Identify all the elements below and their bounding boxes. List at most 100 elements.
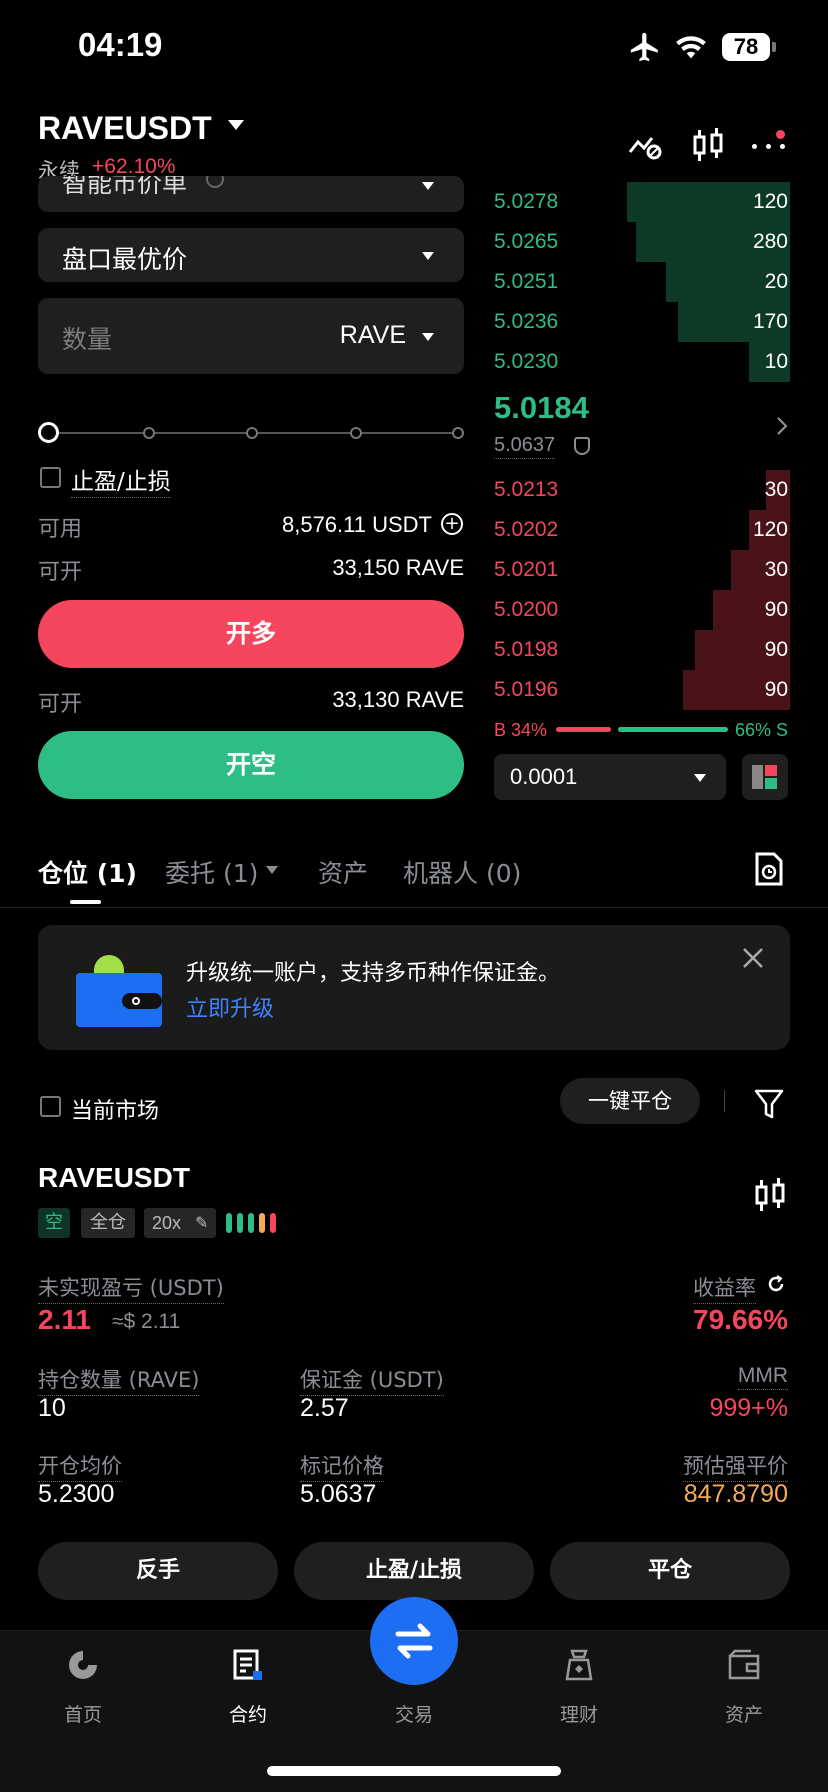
book-layout-icon[interactable] <box>742 754 788 800</box>
nav-finance[interactable]: 理财 <box>529 1700 629 1727</box>
more-menu-icon[interactable] <box>752 130 788 160</box>
tpsl-label[interactable]: 止盈/止损 <box>71 462 171 498</box>
bid-price: 5.0198 <box>494 638 559 661</box>
open-short-button[interactable]: 开空 <box>38 731 464 799</box>
filter-icon[interactable] <box>754 1088 784 1120</box>
bid-price: 5.0202 <box>494 518 559 541</box>
close-all-button[interactable]: 一键平仓 <box>560 1078 700 1124</box>
leverage-tag[interactable]: 20x ✎ <box>144 1208 216 1238</box>
ratio-bar-buy <box>556 727 612 732</box>
contract-icon[interactable] <box>231 1648 265 1682</box>
nav-assets[interactable]: 资产 <box>694 1700 794 1727</box>
mmr-label[interactable]: MMR <box>737 1364 788 1390</box>
margin-label[interactable]: 保证金 (USDT) <box>300 1364 444 1396</box>
quantity-unit-select[interactable]: RAVE <box>340 321 406 350</box>
home-icon[interactable] <box>66 1648 100 1682</box>
tab-positions[interactable]: 仓位 (1) <box>38 854 137 890</box>
tab-orders[interactable]: 委托 (1) <box>165 854 258 890</box>
sell-ratio-label: 66% S <box>734 720 788 740</box>
bid-row[interactable]: 5.0202 120 <box>494 510 790 550</box>
slider-handle[interactable] <box>38 422 59 443</box>
precision-select[interactable]: 0.0001 <box>494 754 726 800</box>
current-market-checkbox[interactable] <box>40 1096 61 1117</box>
bid-row[interactable]: 5.0198 90 <box>494 630 790 670</box>
wifi-icon <box>676 36 706 59</box>
bid-price: 5.0196 <box>494 678 559 701</box>
add-funds-icon[interactable]: + <box>441 513 463 535</box>
chevron-down-icon[interactable] <box>266 866 278 874</box>
available-label: 可用 <box>38 517 83 542</box>
quantity-input[interactable]: 数量 RAVE <box>38 298 464 374</box>
ask-row[interactable]: 5.0230 10 <box>494 342 790 382</box>
tpsl-button[interactable]: 止盈/止损 <box>294 1542 534 1600</box>
pair-title[interactable]: RAVEUSDT <box>38 110 212 147</box>
home-indicator <box>267 1766 561 1776</box>
reverse-button[interactable]: 反手 <box>38 1542 278 1600</box>
size-label[interactable]: 持仓数量 (RAVE) <box>38 1364 200 1396</box>
slider-stop-100[interactable] <box>452 427 464 439</box>
tpsl-checkbox[interactable] <box>40 467 61 488</box>
ask-row[interactable]: 5.0278 120 <box>494 182 790 222</box>
ask-price: 5.0251 <box>494 270 559 293</box>
chevron-down-icon[interactable] <box>422 333 434 341</box>
slider-stop-25[interactable] <box>143 427 155 439</box>
mark-price-label[interactable]: 标记价格 <box>300 1450 384 1482</box>
ask-price: 5.0230 <box>494 350 559 373</box>
order-type-select[interactable]: 智能市价单 <box>38 176 464 212</box>
status-time: 04:19 <box>78 26 163 63</box>
tab-assets[interactable]: 资产 <box>318 854 368 890</box>
trade-button[interactable] <box>370 1597 458 1685</box>
bid-row[interactable]: 5.0200 90 <box>494 590 790 630</box>
assets-icon[interactable] <box>727 1648 761 1682</box>
ratio-bar <box>556 727 728 732</box>
order-type-label: 智能市价单 <box>62 176 188 198</box>
swap-arrows-icon <box>395 1623 433 1659</box>
close-position-button[interactable]: 平仓 <box>550 1542 790 1600</box>
side-tag: 空 <box>38 1208 70 1238</box>
ask-qty: 20 <box>764 270 788 293</box>
unrealized-pnl-label[interactable]: 未实现盈亏 (USDT) <box>38 1272 224 1304</box>
ask-qty: 120 <box>752 190 788 213</box>
bid-row[interactable]: 5.0196 90 <box>494 670 790 710</box>
ask-row[interactable]: 5.0251 20 <box>494 262 790 302</box>
roi-value: 79.66% <box>693 1304 788 1335</box>
tab-bots[interactable]: 机器人 (0) <box>403 854 521 890</box>
refresh-icon[interactable] <box>766 1274 786 1294</box>
airplane-icon <box>630 32 658 62</box>
unrealized-pnl-value: 2.11 <box>38 1304 91 1335</box>
roi-label[interactable]: 收益率 <box>693 1272 756 1304</box>
bid-row[interactable]: 5.0201 30 <box>494 550 790 590</box>
nav-trade[interactable]: 交易 <box>364 1700 464 1727</box>
open-long-button[interactable]: 开多 <box>38 600 464 668</box>
price-type-select[interactable]: 盘口最优价 <box>38 228 464 282</box>
chevron-down-icon[interactable] <box>228 120 244 130</box>
chart-icon[interactable] <box>754 1178 786 1214</box>
upgrade-banner[interactable]: 升级统一账户，支持多币种作保证金。 立即升级 <box>38 925 790 1050</box>
bid-qty: 120 <box>752 518 788 541</box>
last-price[interactable]: 5.0184 <box>494 390 589 426</box>
entry-price-label[interactable]: 开仓均价 <box>38 1450 122 1482</box>
liq-price-label[interactable]: 预估强平价 <box>683 1450 788 1482</box>
trend-chart-icon[interactable] <box>628 130 664 162</box>
ask-row[interactable]: 5.0265 280 <box>494 222 790 262</box>
slider-stop-75[interactable] <box>350 427 362 439</box>
upgrade-link[interactable]: 立即升级 <box>186 991 274 1023</box>
close-icon[interactable] <box>742 947 764 969</box>
position-symbol[interactable]: RAVEUSDT <box>38 1162 190 1194</box>
finance-icon[interactable] <box>562 1648 596 1682</box>
adl-indicator <box>226 1213 280 1233</box>
margin-value: 2.57 <box>300 1394 349 1422</box>
mark-price-value: 5.0637 <box>300 1480 377 1508</box>
candlestick-icon[interactable] <box>692 128 724 164</box>
nav-contract[interactable]: 合约 <box>198 1700 298 1727</box>
bid-row[interactable]: 5.0213 30 <box>494 470 790 510</box>
mmr-value: 999+% <box>709 1394 788 1422</box>
history-document-icon[interactable] <box>754 852 784 886</box>
chevron-right-icon[interactable] <box>776 416 788 436</box>
nav-home[interactable]: 首页 <box>33 1700 133 1727</box>
battery-indicator: 78 <box>722 33 776 61</box>
ask-row[interactable]: 5.0236 170 <box>494 302 790 342</box>
size-value: 10 <box>38 1394 66 1422</box>
slider-stop-50[interactable] <box>246 427 258 439</box>
current-market-label[interactable]: 当前市场 <box>71 1093 159 1125</box>
